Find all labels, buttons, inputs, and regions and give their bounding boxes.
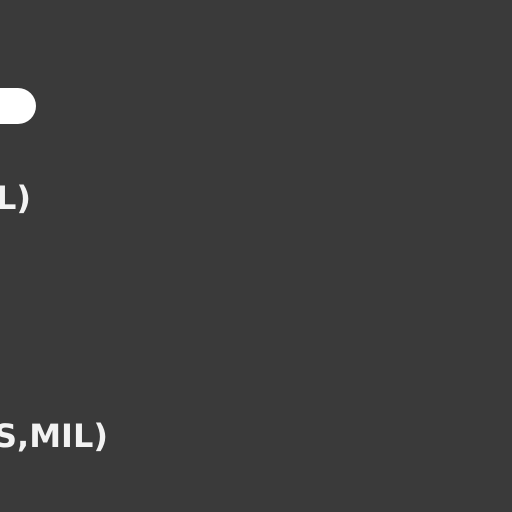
truncated-label-top: L) [0, 179, 32, 217]
screen: L) S,MIL) [0, 0, 512, 512]
rounded-button[interactable] [0, 88, 36, 124]
truncated-label-bottom: S,MIL) [0, 417, 108, 455]
